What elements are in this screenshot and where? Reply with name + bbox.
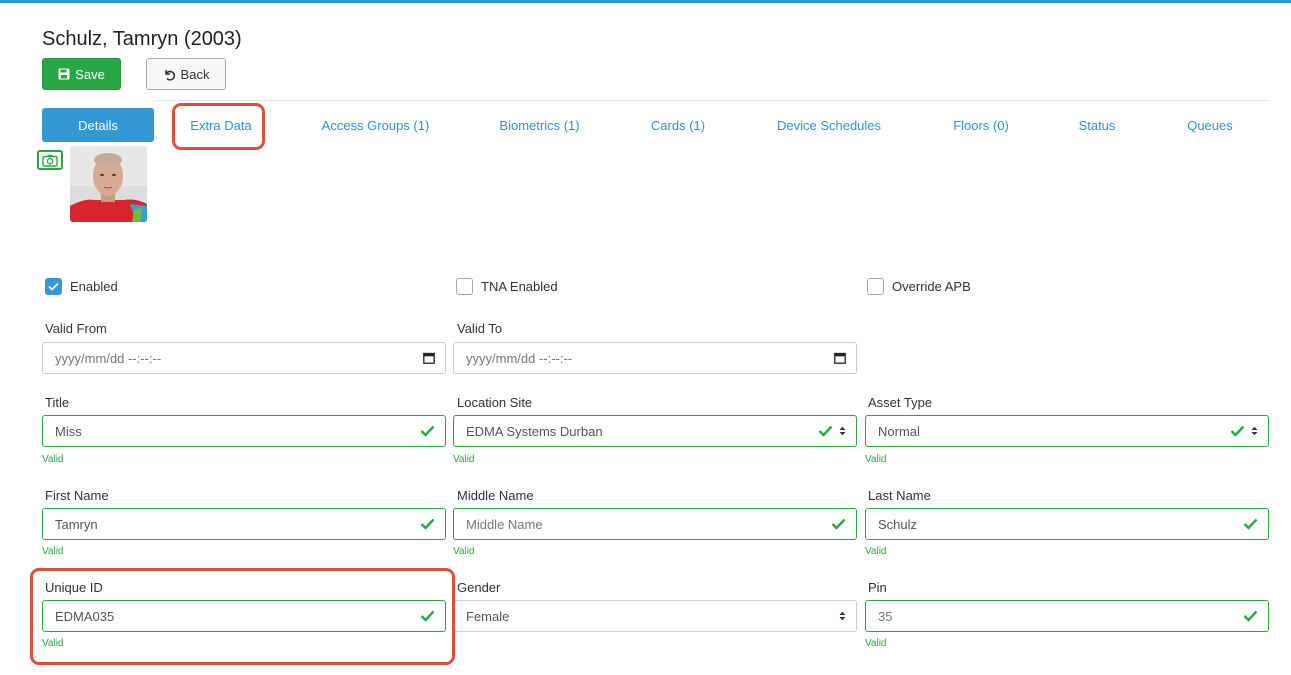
pin-input[interactable]: 35 [865,600,1269,632]
asset-type-value: Normal [878,423,920,439]
last-name-value: Schulz [878,516,918,532]
tab-status[interactable]: Status [1072,108,1122,142]
checkmark-icon [420,610,435,622]
pin-value: 35 [878,608,893,624]
gender-label: Gender [457,580,501,595]
location-site-select[interactable]: EDMA Systems Durban [453,415,857,447]
tab-access-groups[interactable]: Access Groups (1) [312,108,439,142]
last-name-label: Last Name [868,488,931,503]
save-button[interactable]: Save [42,58,121,90]
enabled-checkbox[interactable]: Enabled [45,278,118,295]
floppy-disk-icon [58,68,70,80]
tab-cards[interactable]: Cards (1) [643,108,713,142]
tab-floors[interactable]: Floors (0) [946,108,1016,142]
save-button-label: Save [75,66,105,82]
camera-icon[interactable] [37,150,63,170]
valid-to-label: Valid To [457,321,503,336]
middle-name-placeholder: Middle Name [466,516,543,532]
last-name-valid-text: Valid [865,546,887,557]
middle-name-valid-text: Valid [453,546,475,557]
checkmark-icon [420,425,435,437]
tab-queues[interactable]: Queues [1182,108,1238,142]
checkmark-icon [1230,425,1245,437]
first-name-input[interactable]: Tamryn [42,508,446,540]
title-input[interactable]: Miss [42,415,446,447]
title-value: Miss [55,423,82,439]
location-site-value: EDMA Systems Durban [466,423,603,439]
location-site-label: Location Site [457,395,533,410]
title-valid-text: Valid [42,454,64,465]
checkmark-icon [420,518,435,530]
valid-from-input[interactable]: yyyy/mm/dd --:--:-- [42,342,446,374]
checkmark-icon [1243,518,1258,530]
toolbar-divider [155,100,1269,101]
first-name-value: Tamryn [55,516,98,532]
asset-type-label: Asset Type [868,395,933,410]
checkmark-icon [1243,610,1258,622]
select-arrows-icon [1251,426,1258,436]
first-name-valid-text: Valid [42,546,64,557]
valid-to-placeholder: yyyy/mm/dd --:--:-- [466,350,573,366]
select-arrows-icon [839,611,846,621]
asset-type-valid-text: Valid [865,454,887,465]
middle-name-label: Middle Name [457,488,534,503]
pin-label: Pin [868,580,887,595]
tna-enabled-checkbox[interactable]: TNA Enabled [456,278,558,295]
calendar-icon[interactable] [423,352,435,364]
checkbox-empty-icon [456,278,473,295]
override-apb-label: Override APB [892,279,971,294]
checkbox-checked-icon [45,278,62,295]
unique-id-label: Unique ID [45,580,103,595]
last-name-input[interactable]: Schulz [865,508,1269,540]
page-title: Schulz, Tamryn (2003) [42,28,242,50]
unique-id-valid-text: Valid [42,638,64,649]
location-site-valid-text: Valid [453,454,475,465]
valid-to-input[interactable]: yyyy/mm/dd --:--:-- [453,342,857,374]
tab-biometrics[interactable]: Biometrics (1) [492,108,587,142]
top-accent-bar [0,0,1291,3]
unique-id-input[interactable]: EDMA035 [42,600,446,632]
gender-value: Female [466,608,510,624]
asset-type-select[interactable]: Normal [865,415,1269,447]
gender-select[interactable]: Female [453,600,857,632]
pin-valid-text: Valid [865,638,887,649]
select-arrows-icon [839,426,846,436]
tab-device-schedules[interactable]: Device Schedules [773,108,885,142]
enabled-label: Enabled [70,279,118,294]
first-name-label: First Name [45,488,109,503]
title-label: Title [45,395,70,410]
checkmark-icon [818,425,833,437]
checkmark-icon [831,518,846,530]
valid-from-label: Valid From [45,321,107,336]
back-button[interactable]: Back [146,58,226,90]
tab-bar: Details Extra Data Access Groups (1) Bio… [42,108,1269,142]
calendar-icon[interactable] [834,352,846,364]
profile-photo [70,146,147,222]
tab-extra-data[interactable]: Extra Data [176,108,266,142]
checkbox-empty-icon [867,278,884,295]
tna-enabled-label: TNA Enabled [481,279,558,294]
undo-icon [164,69,175,81]
override-apb-checkbox[interactable]: Override APB [867,278,971,295]
unique-id-value: EDMA035 [55,608,115,624]
valid-from-placeholder: yyyy/mm/dd --:--:-- [55,350,162,366]
middle-name-input[interactable]: Middle Name [453,508,857,540]
tab-details[interactable]: Details [42,108,154,142]
back-button-label: Back [180,66,210,82]
